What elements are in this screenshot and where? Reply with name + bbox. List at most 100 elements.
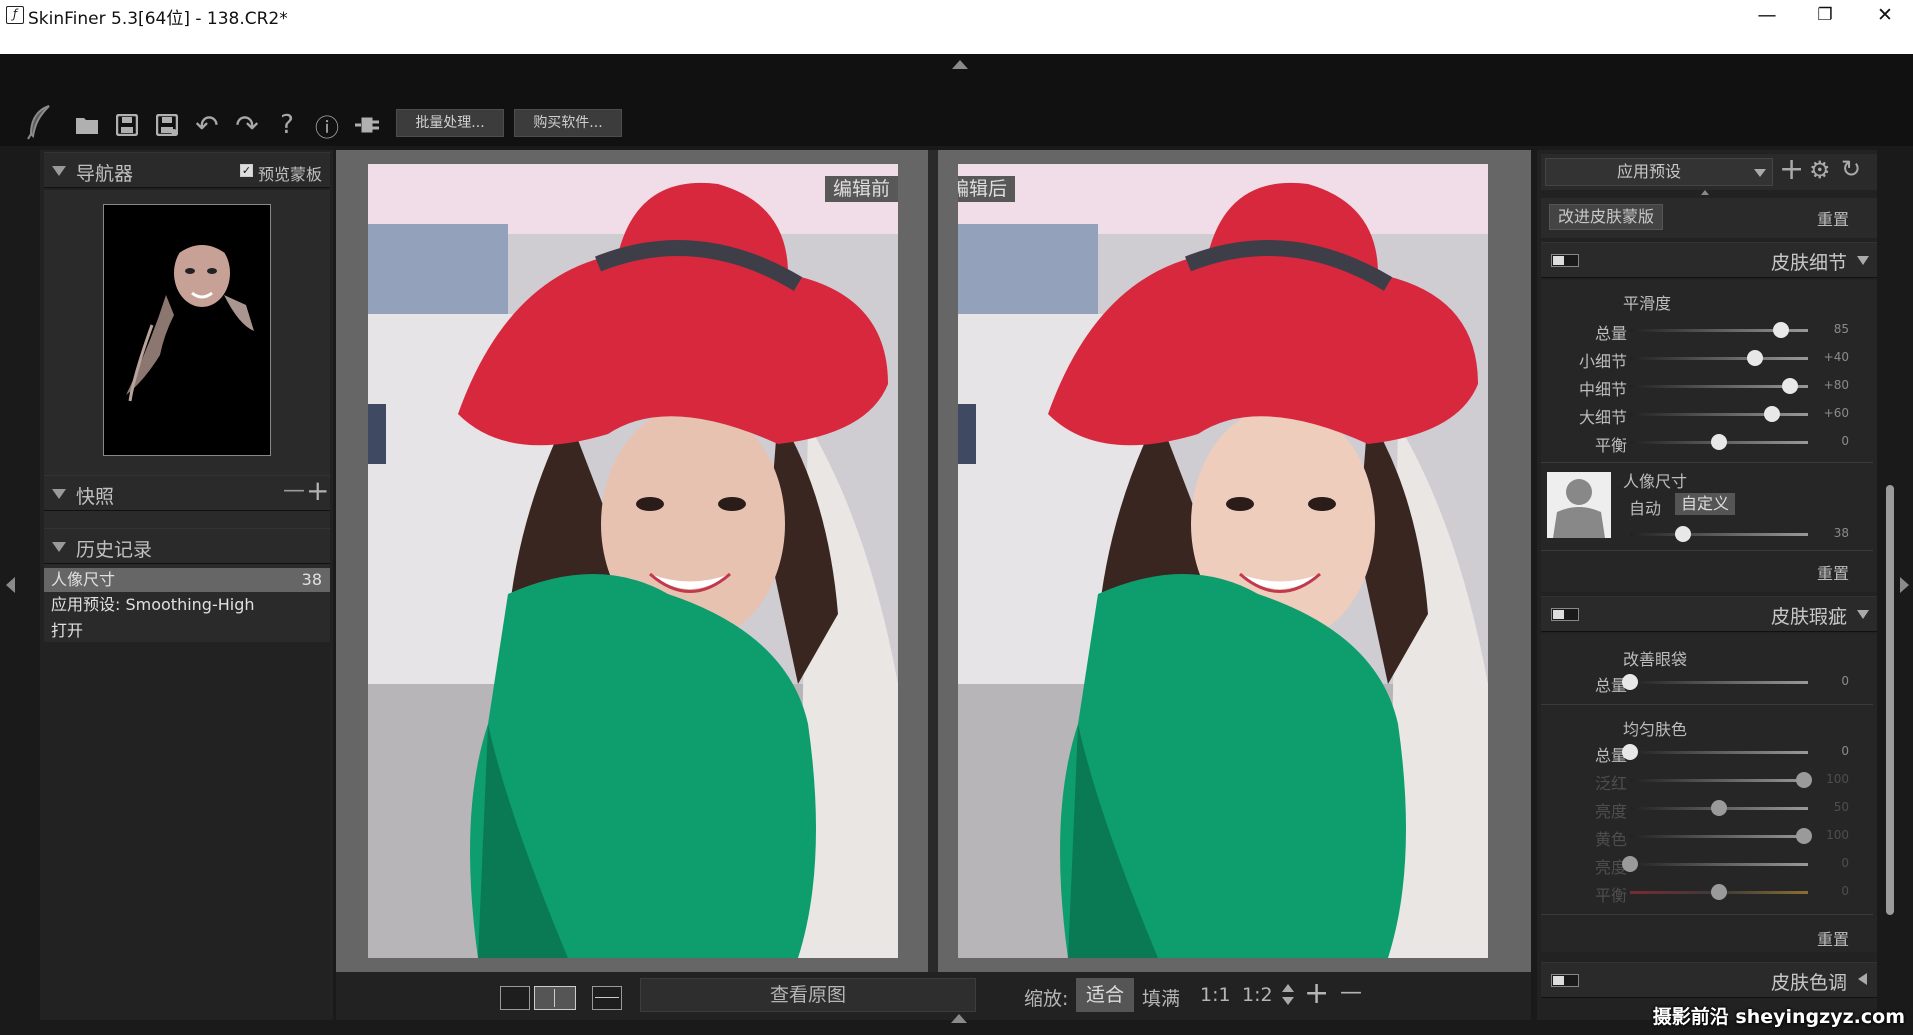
even-tone-slider[interactable]: 亮度 50 xyxy=(1537,796,1877,821)
skin-blemish-reset-button[interactable]: 重置 xyxy=(1817,926,1849,950)
plugin-icon[interactable] xyxy=(352,110,382,140)
zoom-fill-button[interactable]: 填满 xyxy=(1142,984,1180,1011)
eye-bags-slider[interactable]: 总量 0 xyxy=(1537,670,1877,695)
skin-tone-toggle[interactable] xyxy=(1551,974,1579,987)
zoom-out-button[interactable]: — xyxy=(1340,980,1362,1005)
help-icon[interactable]: ? xyxy=(272,110,302,140)
gear-icon[interactable]: ⚙ xyxy=(1809,156,1831,184)
zoom-fit-button[interactable]: 适合 xyxy=(1076,978,1135,1012)
chevron-up-icon[interactable] xyxy=(1701,190,1709,195)
portrait-size-slider[interactable]: 38 xyxy=(1537,522,1877,546)
zoom-1-2-button[interactable]: 1:2 xyxy=(1242,984,1273,1006)
zoom-stepper-icon[interactable] xyxy=(1282,982,1294,1008)
skin-blemish-toggle[interactable] xyxy=(1551,608,1579,621)
slider-knob[interactable] xyxy=(1711,434,1727,450)
preview-mask-checkbox[interactable]: ✓ xyxy=(240,164,253,177)
snapshots-title: 快照 xyxy=(76,486,115,508)
buy-software-button[interactable]: 购买软件... xyxy=(514,109,622,137)
even-tone-slider[interactable]: 总量 0 xyxy=(1537,740,1877,765)
open-folder-icon[interactable] xyxy=(72,110,102,140)
chevron-down-icon xyxy=(1754,169,1766,177)
history-item[interactable]: 打开 xyxy=(44,619,330,643)
chevron-down-icon xyxy=(1857,610,1869,619)
navigator-thumbnail[interactable] xyxy=(103,204,271,456)
minimize-button[interactable]: — xyxy=(1739,0,1795,32)
undo-icon[interactable]: ↶ xyxy=(192,109,222,142)
restore-button[interactable]: ❐ xyxy=(1797,0,1853,32)
slider-label: 中细节 xyxy=(1578,380,1627,399)
divider xyxy=(1541,462,1873,463)
slider-knob[interactable] xyxy=(1675,526,1692,542)
skin-tone-header[interactable]: 皮肤色调 xyxy=(1541,962,1877,998)
slider-knob[interactable] xyxy=(1622,856,1638,872)
save-icon[interactable] xyxy=(112,110,142,140)
smoothness-slider[interactable]: 大细节 +60 xyxy=(1537,402,1877,427)
navigator-header[interactable]: 导航器 ✓ 预览蒙板 xyxy=(44,152,330,188)
slider-knob[interactable] xyxy=(1711,800,1727,816)
preset-select[interactable]: 应用预设 xyxy=(1545,158,1773,186)
slider-knob[interactable] xyxy=(1782,378,1799,394)
even-tone-slider[interactable]: 泛红 100 xyxy=(1537,768,1877,793)
after-photo[interactable]: 编辑后 xyxy=(958,164,1488,958)
auto-option[interactable]: 自动 xyxy=(1629,495,1661,519)
history-item[interactable]: 应用预设: Smoothing-High xyxy=(44,593,330,617)
chevron-down-icon xyxy=(1857,256,1869,265)
skin-blemish-header[interactable]: 皮肤瑕疵 xyxy=(1541,596,1877,632)
toolbar: ↶ ↷ ? ⓘ 批量处理... 购买软件... xyxy=(0,102,1913,146)
remove-snapshot-button[interactable]: — xyxy=(283,478,305,503)
slider-knob[interactable] xyxy=(1711,884,1727,900)
smoothness-slider[interactable]: 中细节 +80 xyxy=(1537,374,1877,399)
history-item[interactable]: 人像尺寸 38 xyxy=(44,568,330,592)
even-tone-slider[interactable]: 平衡 0 xyxy=(1537,880,1877,905)
slider-knob[interactable] xyxy=(1622,744,1638,760)
scrollbar-thumb[interactable] xyxy=(1886,485,1894,915)
history-header[interactable]: 历史记录 xyxy=(44,528,330,564)
slider-knob[interactable] xyxy=(1764,406,1781,422)
info-icon[interactable]: ⓘ xyxy=(312,110,342,142)
even-tone-slider[interactable]: 亮度 0 xyxy=(1537,852,1877,877)
zoom-1-1-button[interactable]: 1:1 xyxy=(1200,984,1231,1006)
slider-knob[interactable] xyxy=(1796,828,1813,844)
right-panel-scrollbar[interactable] xyxy=(1885,150,1895,1020)
image-canvas[interactable]: 编辑前 编辑后 xyxy=(336,150,1531,972)
top-bottom-view-button[interactable] xyxy=(592,986,622,1010)
title-bar: ƒ SkinFiner 5.3[64位] - 138.CR2* — ❐ ✕ xyxy=(0,0,1913,54)
add-snapshot-button[interactable]: + xyxy=(306,474,329,507)
smoothness-slider[interactable]: 总量 85 xyxy=(1537,318,1877,343)
save-as-icon[interactable] xyxy=(152,110,182,140)
collapse-right-arrow-icon[interactable] xyxy=(1900,577,1909,593)
history-item-label: 人像尺寸 xyxy=(51,570,116,589)
skin-detail-header[interactable]: 皮肤细节 xyxy=(1541,242,1877,278)
side-by-side-view-button[interactable] xyxy=(534,986,576,1010)
improve-skin-mask-button[interactable]: 改进皮肤蒙版 xyxy=(1549,204,1664,230)
skin-detail-toggle[interactable] xyxy=(1551,254,1579,267)
collapse-top-arrow-icon[interactable] xyxy=(952,60,968,69)
batch-process-button[interactable]: 批量处理... xyxy=(396,109,504,137)
slider-knob[interactable] xyxy=(1773,322,1790,338)
reset-button[interactable]: 重置 xyxy=(1817,206,1849,230)
add-preset-button[interactable]: + xyxy=(1779,152,1804,187)
redo-icon[interactable]: ↷ xyxy=(232,109,262,142)
snapshots-header[interactable]: 快照 — + xyxy=(44,474,330,511)
collapse-bottom-arrow-icon[interactable] xyxy=(951,1014,967,1023)
collapse-triangle-icon xyxy=(52,166,66,176)
zoom-in-button[interactable]: + xyxy=(1304,976,1329,1011)
refresh-icon[interactable]: ↻ xyxy=(1841,155,1861,183)
close-button[interactable]: ✕ xyxy=(1857,0,1913,32)
view-original-button[interactable]: 查看原图 xyxy=(640,978,976,1012)
right-panel: 应用预设 + ⚙ ↻ 改进皮肤蒙版 重置 皮肤细节 平滑度 总量 85 小细节 +40… xyxy=(1537,150,1877,1020)
skin-detail-reset-button[interactable]: 重置 xyxy=(1817,560,1849,584)
slider-knob[interactable] xyxy=(1622,674,1638,690)
slider-label: 总量 xyxy=(1594,324,1627,343)
eye-bags-label: 改善眼袋 xyxy=(1623,650,1688,669)
smoothness-slider[interactable]: 小细节 +40 xyxy=(1537,346,1877,371)
skin-tone-title: 皮肤色调 xyxy=(1770,972,1847,994)
collapse-left-arrow-icon[interactable] xyxy=(6,577,15,593)
before-photo[interactable]: 编辑前 xyxy=(368,164,898,958)
slider-knob[interactable] xyxy=(1746,350,1763,366)
custom-option[interactable]: 自定义 xyxy=(1675,493,1736,515)
single-view-button[interactable] xyxy=(500,986,530,1010)
slider-knob[interactable] xyxy=(1796,772,1813,788)
smoothness-slider[interactable]: 平衡 0 xyxy=(1537,430,1877,455)
even-tone-slider[interactable]: 黄色 100 xyxy=(1537,824,1877,849)
